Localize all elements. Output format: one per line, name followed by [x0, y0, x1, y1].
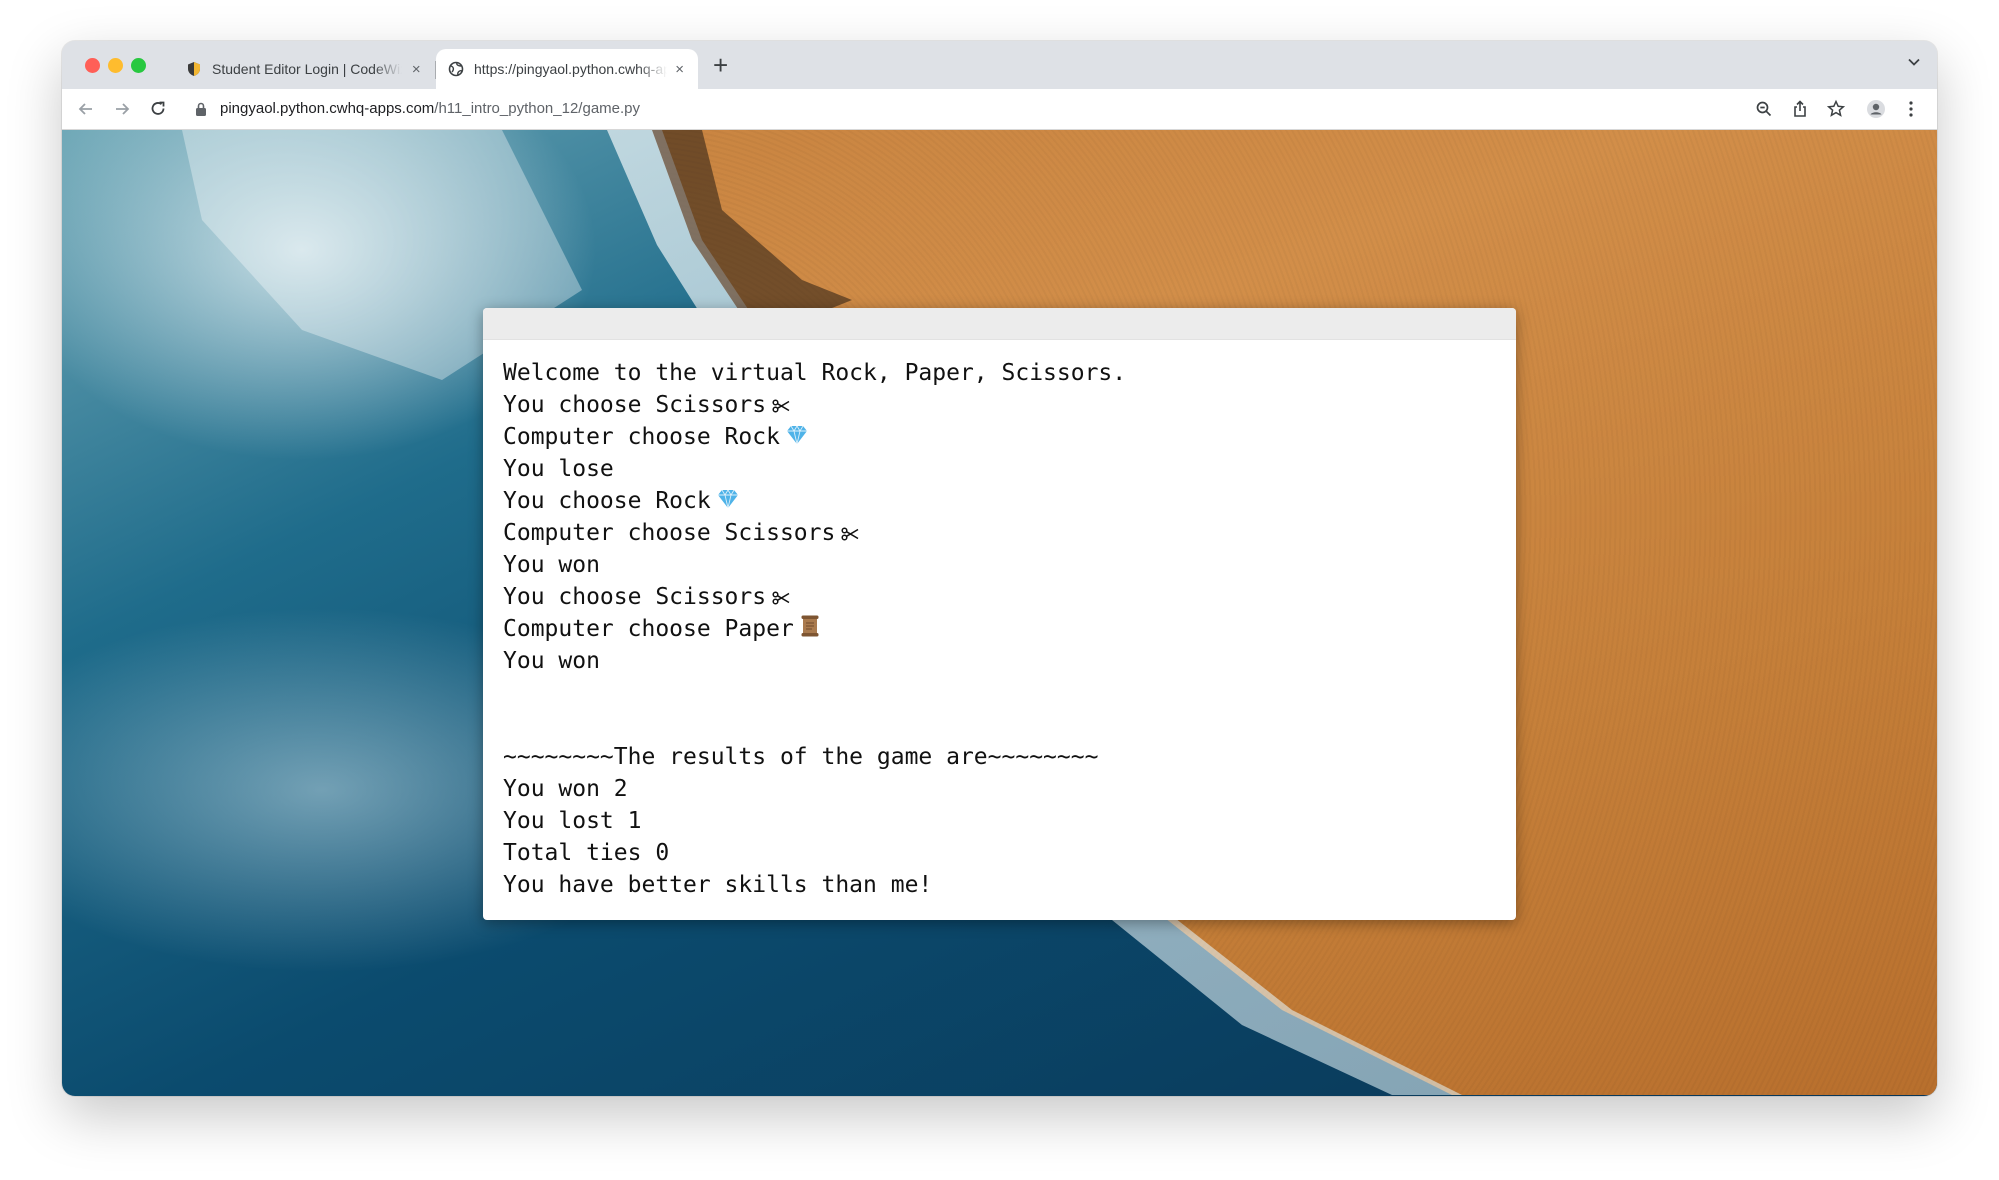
console-line-text: Computer choose Paper — [503, 616, 794, 642]
console-line: You lose — [503, 453, 1496, 485]
console-line: Total ties 0 — [503, 837, 1496, 869]
console-line-text: Computer choose Rock — [503, 424, 780, 450]
console-line: You choose Scissors — [503, 581, 1496, 613]
gem-icon — [717, 486, 739, 518]
tab-close-icon[interactable]: × — [408, 61, 424, 78]
console-line: You choose Rock — [503, 485, 1496, 517]
console-line-text: You choose Scissors — [503, 392, 767, 418]
console-line-text: You lost 1 — [503, 808, 642, 834]
console-line-text: You lose — [503, 456, 614, 482]
console-line: Welcome to the virtual Rock, Paper, Scis… — [503, 357, 1496, 389]
more-options-icon[interactable] — [1901, 99, 1921, 119]
console-line: You choose Scissors — [503, 389, 1496, 421]
browser-toolbar: pingyaol.python.cwhq-apps.com/h11_intro_… — [62, 89, 1937, 130]
scissors-icon — [841, 518, 859, 550]
zoom-icon[interactable] — [1754, 99, 1774, 119]
console-line-text: You won — [503, 648, 600, 674]
console-output-panel: Welcome to the virtual Rock, Paper, Scis… — [483, 308, 1516, 920]
page-viewport: Welcome to the virtual Rock, Paper, Scis… — [62, 130, 1937, 1096]
console-line: You have better skills than me! — [503, 869, 1496, 901]
console-title-bar — [483, 308, 1516, 340]
gem-icon — [786, 422, 808, 454]
console-line: Computer choose Scissors — [503, 517, 1496, 549]
lock-icon[interactable] — [194, 101, 208, 117]
globe-icon — [448, 61, 464, 77]
tab-student-editor-login[interactable]: Student Editor Login | CodeWiz × — [174, 49, 436, 89]
console-line: ~~~~~~~~The results of the game are~~~~~… — [503, 741, 1496, 773]
tab-strip: Student Editor Login | CodeWiz × https:/… — [62, 41, 1937, 89]
codewiz-favicon-icon — [188, 62, 200, 76]
scissors-icon — [772, 390, 790, 422]
chevron-down-icon[interactable] — [1907, 55, 1921, 69]
maximize-window-button[interactable] — [131, 58, 146, 73]
console-line-text: You won — [503, 552, 600, 578]
reload-icon[interactable] — [148, 99, 168, 119]
tab-close-icon[interactable]: × — [673, 61, 686, 78]
tab-game-page[interactable]: https://pingyaol.python.cwhq-apps.com × — [436, 49, 698, 89]
console-line: You won — [503, 549, 1496, 581]
forward-arrow-icon[interactable] — [112, 99, 132, 119]
console-line-text: ~~~~~~~~The results of the game are~~~~~… — [503, 744, 1099, 770]
share-icon[interactable] — [1790, 99, 1810, 119]
console-line: Computer choose Paper — [503, 613, 1496, 645]
console-line: You won 2 — [503, 773, 1496, 805]
console-line-text: You have better skills than me! — [503, 872, 933, 898]
scroll-icon — [800, 614, 820, 646]
console-line: You won — [503, 645, 1496, 677]
console-line-text: Welcome to the virtual Rock, Paper, Scis… — [503, 360, 1127, 386]
console-output-text: Welcome to the virtual Rock, Paper, Scis… — [483, 340, 1516, 901]
close-window-button[interactable] — [85, 58, 100, 73]
console-line: Computer choose Rock — [503, 421, 1496, 453]
console-line-text: You choose Scissors — [503, 584, 767, 610]
back-arrow-icon[interactable] — [76, 99, 96, 119]
console-line-text: You won 2 — [503, 776, 628, 802]
bookmark-star-icon[interactable] — [1826, 99, 1846, 119]
address-bar[interactable]: pingyaol.python.cwhq-apps.com/h11_intro_… — [220, 99, 640, 119]
console-line-text: Total ties 0 — [503, 840, 670, 866]
console-line-text: Computer choose Scissors — [503, 520, 836, 546]
tab-title: https://pingyaol.python.cwhq-apps.com — [474, 61, 668, 77]
browser-window: Student Editor Login | CodeWiz × https:/… — [62, 41, 1937, 1096]
new-tab-button[interactable]: + — [713, 51, 728, 79]
url-path: /h11_intro_python_12/game.py — [434, 100, 641, 117]
url-host: pingyaol.python.cwhq-apps.com — [220, 100, 435, 117]
scissors-icon — [772, 582, 790, 614]
console-line-text: You choose Rock — [503, 488, 711, 514]
minimize-window-button[interactable] — [108, 58, 123, 73]
tab-title: Student Editor Login | CodeWiz — [212, 61, 403, 77]
profile-avatar-icon[interactable] — [1866, 99, 1886, 119]
console-line: You lost 1 — [503, 805, 1496, 837]
